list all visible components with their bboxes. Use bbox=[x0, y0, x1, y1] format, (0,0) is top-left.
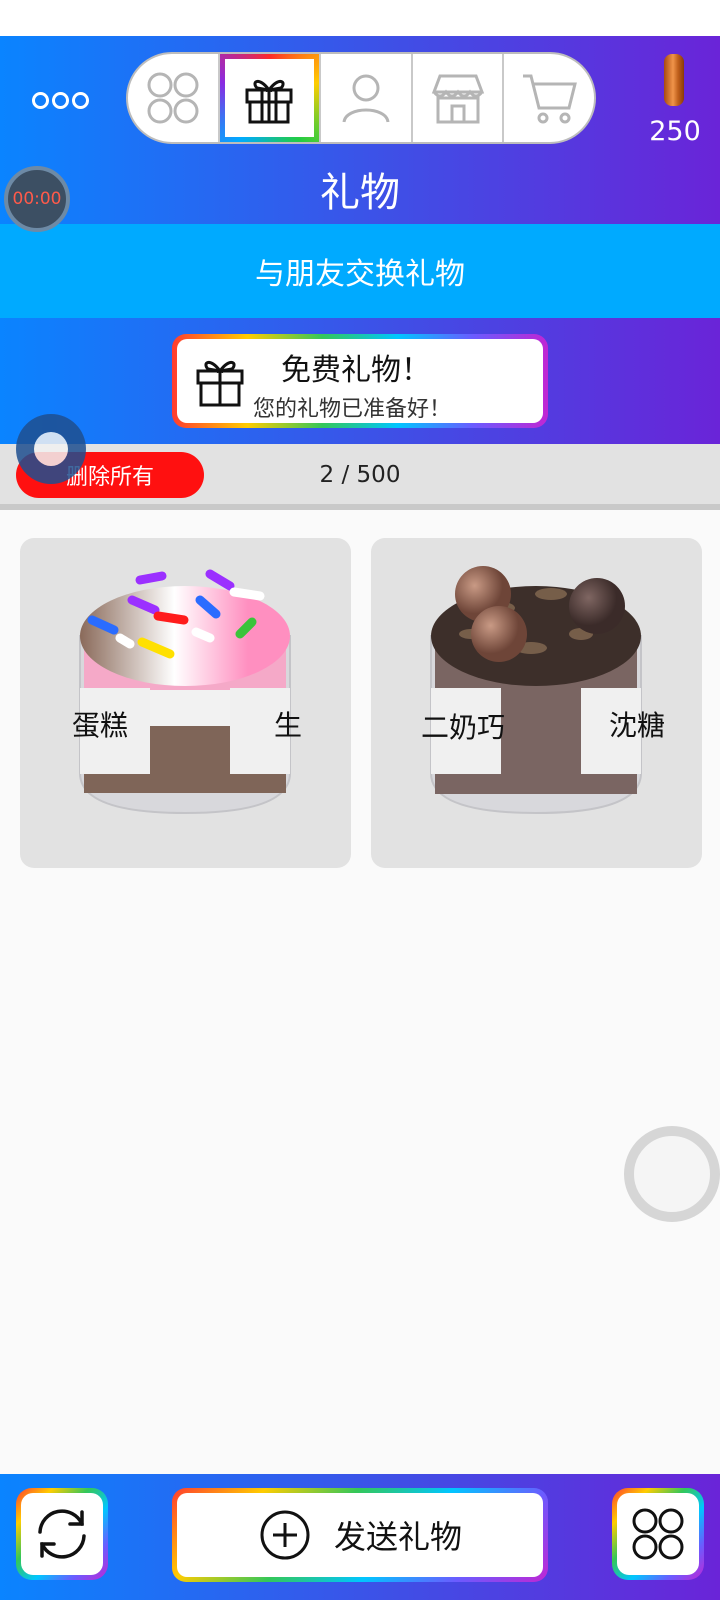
status-bar bbox=[0, 0, 720, 36]
floating-action-button[interactable] bbox=[624, 1126, 720, 1222]
floating-toggle-knob[interactable] bbox=[16, 414, 86, 484]
jar-label-left: 二奶巧 bbox=[421, 711, 506, 744]
page-title: 礼物 bbox=[320, 170, 400, 216]
jar-label-right: 沈糖 bbox=[609, 709, 666, 742]
free-gift-button[interactable]: 免费礼物！ 您的礼物已准备好！ bbox=[172, 334, 548, 428]
free-gift-title: 免费礼物！ bbox=[281, 353, 431, 388]
gift-icon bbox=[196, 361, 244, 407]
timer-badge: 00:00 bbox=[4, 166, 70, 232]
store-icon bbox=[431, 74, 484, 124]
refresh-button[interactable] bbox=[16, 1488, 108, 1580]
header: 250 礼物 与朋友交换礼物 免费礼物！ 您的礼物已准备好！ bbox=[0, 36, 720, 444]
person-icon bbox=[342, 74, 390, 123]
tab-home-grid[interactable] bbox=[128, 54, 220, 142]
send-gift-label: 发送礼物 bbox=[333, 1518, 462, 1556]
gift-card[interactable]: 二奶巧 沈糖 bbox=[371, 538, 702, 868]
plus-circle-icon bbox=[260, 1510, 310, 1560]
tab-bar bbox=[126, 52, 596, 144]
gift-grid: 蛋糕 生 二奶巧 沈糖 bbox=[20, 538, 702, 868]
grid-menu-button[interactable] bbox=[612, 1488, 704, 1580]
gift-card[interactable]: 蛋糕 生 bbox=[20, 538, 351, 868]
gift-count: 2 / 500 bbox=[319, 462, 401, 488]
coin-icon bbox=[664, 54, 684, 106]
cart-icon bbox=[523, 74, 578, 124]
jar-label-left: 蛋糕 bbox=[72, 709, 129, 742]
refresh-icon bbox=[38, 1509, 86, 1559]
more-menu-icon[interactable] bbox=[32, 88, 92, 112]
list-header: 删除所有 2 / 500 bbox=[0, 444, 720, 510]
free-gift-subtitle: 您的礼物已准备好！ bbox=[253, 397, 452, 422]
gift-icon bbox=[245, 80, 293, 124]
exchange-banner[interactable]: 与朋友交换礼物 bbox=[0, 224, 720, 318]
tab-gifts[interactable] bbox=[219, 54, 322, 142]
grid-icon bbox=[632, 1508, 684, 1560]
grid-icon bbox=[147, 72, 199, 124]
tab-profile[interactable] bbox=[321, 54, 413, 142]
jar-label-right: 生 bbox=[274, 709, 303, 742]
send-gift-button[interactable]: 发送礼物 bbox=[172, 1488, 548, 1582]
tab-cart[interactable] bbox=[504, 54, 594, 142]
tab-shop[interactable] bbox=[413, 54, 505, 142]
bottom-bar: 发送礼物 bbox=[0, 1474, 720, 1600]
coin-count: 250 bbox=[649, 116, 701, 147]
